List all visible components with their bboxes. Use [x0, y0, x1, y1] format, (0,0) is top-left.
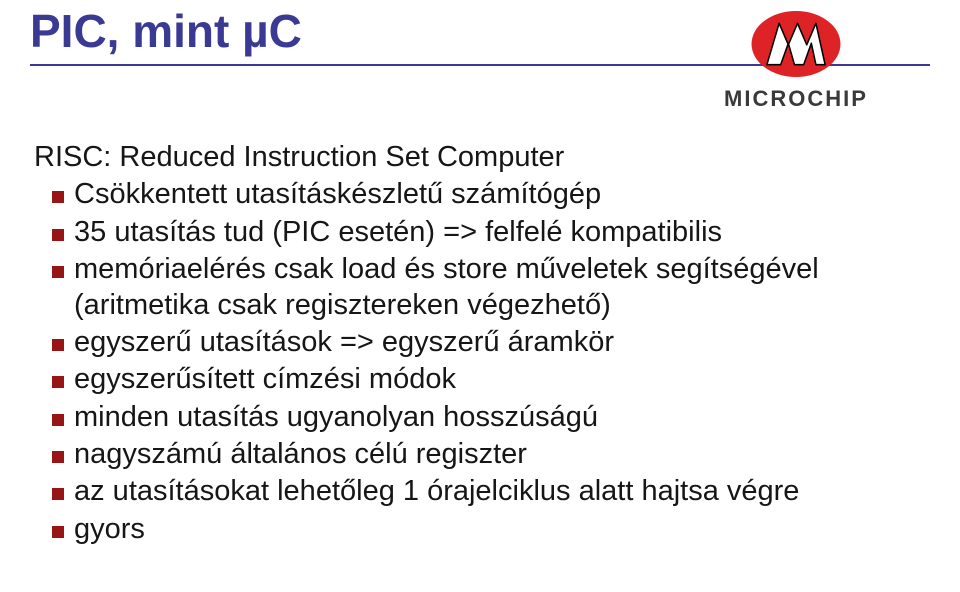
- bullet-icon: [52, 376, 64, 388]
- list-item: gyors: [34, 512, 926, 547]
- list-item: Csökkentett utasításkészletű számítógép: [34, 177, 926, 212]
- slide-body: RISC: Reduced Instruction Set Computer C…: [34, 140, 926, 549]
- logo-block: MICROCHIP: [666, 8, 926, 128]
- list-item: az utasításokat lehetőleg 1 órajelciklus…: [34, 474, 926, 509]
- bullet-icon: [52, 414, 64, 426]
- bullet-icon: [52, 266, 64, 278]
- list-item: egyszerű utasítások => egyszerű áramkör: [34, 325, 926, 360]
- list-item-text: nagyszámú általános célú regiszter: [74, 437, 926, 472]
- list-item-text: gyors: [74, 512, 926, 547]
- bullet-icon: [52, 451, 64, 463]
- list-item-text: Csökkentett utasításkészletű számítógép: [74, 177, 926, 212]
- bullet-icon: [52, 229, 64, 241]
- list-item-text: 35 utasítás tud (PIC esetén) => felfelé …: [74, 215, 926, 250]
- list-item-text: egyszerűsített címzési módok: [74, 362, 926, 397]
- bullet-icon: [52, 526, 64, 538]
- bullet-icon: [52, 191, 64, 203]
- bullet-icon: [52, 488, 64, 500]
- list-item-text: egyszerű utasítások => egyszerű áramkör: [74, 325, 926, 360]
- list-item: nagyszámú általános célú regiszter: [34, 437, 926, 472]
- list-item: egyszerűsített címzési módok: [34, 362, 926, 397]
- list-item-text: minden utasítás ugyanolyan hosszúságú: [74, 400, 926, 435]
- slide: PIC, mint µC MICROCHIP RISC: Reduced Ins…: [0, 0, 960, 592]
- list-item: 35 utasítás tud (PIC esetén) => felfelé …: [34, 215, 926, 250]
- logo-wordmark: MICROCHIP: [724, 86, 868, 112]
- list-item: memóriaelérés csak load és store művelet…: [34, 252, 926, 323]
- bullet-icon: [52, 339, 64, 351]
- list-item-text: memóriaelérés csak load és store művelet…: [74, 252, 926, 323]
- body-heading: RISC: Reduced Instruction Set Computer: [34, 140, 926, 175]
- slide-title: PIC, mint µC: [30, 4, 302, 58]
- microchip-logo-icon: [750, 8, 842, 80]
- list-item: minden utasítás ugyanolyan hosszúságú: [34, 400, 926, 435]
- list-item-text: az utasításokat lehetőleg 1 órajelciklus…: [74, 474, 926, 509]
